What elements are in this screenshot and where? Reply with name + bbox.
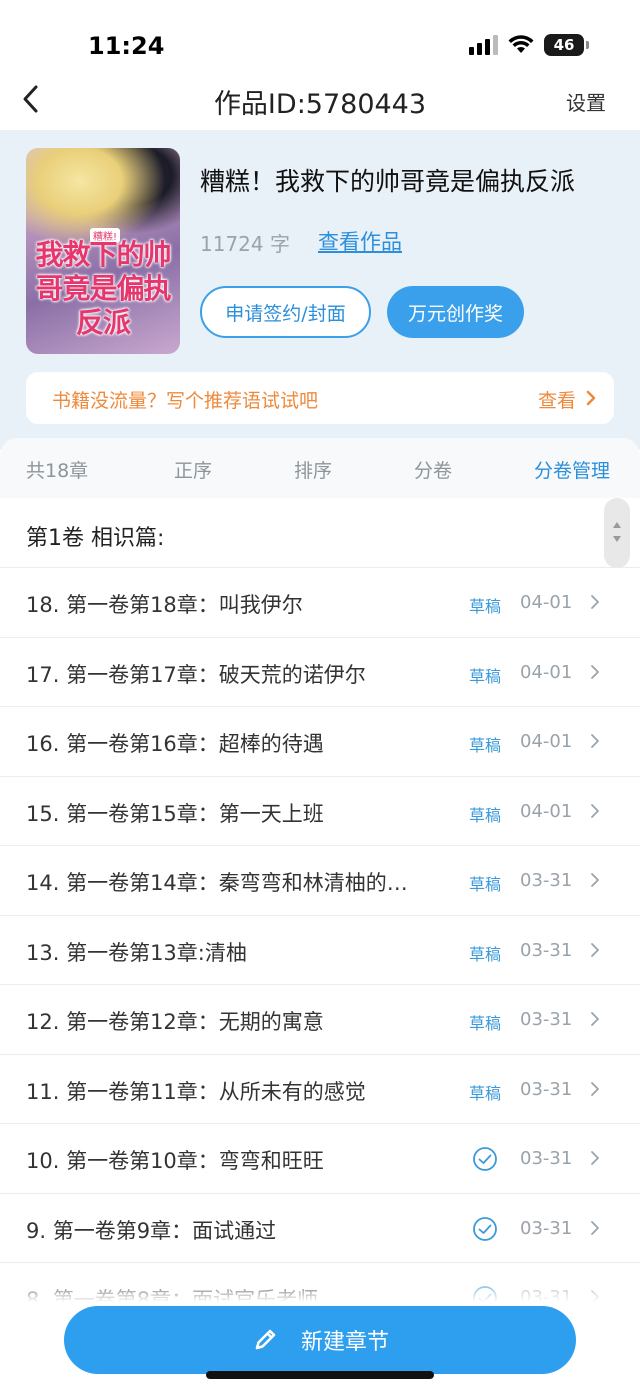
list-toolbar: 共18章 正序 排序 分卷 分卷管理 bbox=[0, 438, 640, 498]
view-work-link[interactable]: 查看作品 bbox=[318, 226, 402, 256]
chevron-right-icon bbox=[591, 595, 599, 609]
chapter-date: 04-01 bbox=[520, 661, 573, 683]
cellular-signal-icon bbox=[469, 35, 498, 55]
chapter-date: 03-31 bbox=[520, 1078, 573, 1100]
chevron-right-icon bbox=[591, 1081, 599, 1096]
status-icons: 46 bbox=[469, 34, 589, 56]
book-header: 糟糕! 我救下的帅哥竟是偏执反派 糟糕！我救下的帅哥竟是偏执反派 11724 字… bbox=[0, 130, 640, 450]
chapter-title: 16. 第一卷第16章：超棒的待遇 bbox=[26, 732, 324, 756]
chevron-right-icon bbox=[591, 942, 599, 957]
tab-sort[interactable]: 排序 bbox=[294, 456, 332, 483]
chapter-row[interactable]: 12. 第一卷第12章：无期的寓意 草稿 03-31 bbox=[0, 984, 640, 1054]
draft-badge: 草稿 bbox=[469, 666, 502, 686]
chapter-date: 04-01 bbox=[520, 731, 573, 752]
chevron-right-icon bbox=[586, 390, 596, 406]
chapter-row[interactable]: 16. 第一卷第16章：超棒的待遇 草稿 04-01 bbox=[0, 706, 640, 776]
chapter-date: 04-01 bbox=[520, 800, 573, 822]
chapter-title: 15. 第一卷第15章：第一天上班 bbox=[26, 801, 324, 826]
nav-bar: 作品ID:5780443 设置 bbox=[0, 70, 640, 130]
chapter-row[interactable]: 18. 第一卷第18章：叫我伊尔 草稿 04-01 bbox=[0, 567, 640, 637]
chevron-right-icon bbox=[591, 873, 599, 887]
book-cover[interactable]: 糟糕! 我救下的帅哥竟是偏执反派 bbox=[26, 148, 180, 354]
chapter-date: 03-31 bbox=[520, 939, 573, 961]
settings-link[interactable]: 设置 bbox=[566, 87, 606, 116]
cover-title-art: 我救下的帅哥竟是偏执反派 bbox=[35, 238, 171, 339]
chapter-title: 18. 第一卷第18章：叫我伊尔 bbox=[26, 593, 303, 617]
draft-badge: 草稿 bbox=[469, 597, 502, 616]
promo-view-link[interactable]: 查看 bbox=[538, 386, 576, 413]
home-indicator bbox=[206, 1371, 434, 1379]
tab-volume-manage[interactable]: 分卷管理 bbox=[534, 456, 610, 483]
chevron-right-icon bbox=[591, 1220, 599, 1235]
status-bar: 11:24 46 bbox=[0, 0, 640, 70]
published-check-icon bbox=[473, 1147, 497, 1171]
chapter-total: 共18章 bbox=[26, 460, 89, 482]
draft-badge: 草稿 bbox=[469, 944, 502, 964]
chapter-date: 03-31 bbox=[520, 1217, 573, 1239]
chapter-title: 14. 第一卷第14章：秦弯弯和林清柚的… bbox=[26, 871, 408, 895]
pencil-icon bbox=[255, 1329, 276, 1350]
published-check-icon bbox=[473, 1216, 497, 1241]
promo-text: 书籍没流量？写个推荐语试试吧 bbox=[52, 390, 319, 412]
chevron-right-icon bbox=[591, 1012, 599, 1026]
tab-volumes[interactable]: 分卷 bbox=[414, 456, 452, 483]
chapter-date: 04-01 bbox=[520, 592, 573, 613]
book-title: 糟糕！我救下的帅哥竟是偏执反派 bbox=[200, 167, 576, 196]
apply-sign-button[interactable]: 申请签约/封面 bbox=[200, 286, 371, 338]
tab-order-asc[interactable]: 正序 bbox=[174, 456, 212, 483]
chapter-row[interactable]: 9. 第一卷第9章：面试通过 03-31 bbox=[0, 1192, 640, 1263]
chevron-right-icon bbox=[591, 1151, 599, 1165]
draft-badge: 草稿 bbox=[469, 1083, 502, 1103]
draft-badge: 草稿 bbox=[469, 875, 502, 894]
chapter-row[interactable]: 14. 第一卷第14章：秦弯弯和林清柚的… 草稿 03-31 bbox=[0, 845, 640, 915]
chapter-rows: 18. 第一卷第18章：叫我伊尔 草稿 04-01 17. 第一卷第17章：破天荒的诺… bbox=[0, 567, 640, 1332]
chapter-date: 03-31 bbox=[520, 1009, 573, 1030]
volume-title: 第1卷 相识篇: bbox=[26, 526, 165, 551]
creation-award-button[interactable]: 万元创作奖 bbox=[387, 286, 524, 338]
draft-badge: 草稿 bbox=[469, 805, 502, 825]
chapter-row[interactable]: 11. 第一卷第11章：从所未有的感觉 草稿 03-31 bbox=[0, 1053, 640, 1124]
promo-banner[interactable]: 书籍没流量？写个推荐语试试吧 查看 bbox=[26, 372, 614, 424]
chevron-right-icon bbox=[591, 803, 599, 818]
word-count: 11724 字 bbox=[200, 232, 290, 256]
chapter-title: 13. 第一卷第13章:清柚 bbox=[26, 940, 247, 965]
draft-badge: 草稿 bbox=[469, 736, 502, 755]
chevron-right-icon bbox=[591, 664, 599, 679]
chapter-date: 03-31 bbox=[520, 1148, 573, 1169]
chapter-row[interactable]: 15. 第一卷第15章：第一天上班 草稿 04-01 bbox=[0, 775, 640, 846]
scroll-handle[interactable] bbox=[604, 498, 630, 568]
new-chapter-button[interactable]: 新建章节 bbox=[64, 1306, 576, 1374]
new-chapter-label: 新建章节 bbox=[300, 1330, 389, 1355]
chevron-right-icon bbox=[591, 734, 599, 748]
chapter-title: 11. 第一卷第11章：从所未有的感觉 bbox=[26, 1079, 366, 1104]
wifi-icon bbox=[508, 35, 534, 53]
battery-icon: 46 bbox=[544, 34, 589, 56]
chapter-row[interactable]: 13. 第一卷第13章:清柚 草稿 03-31 bbox=[0, 914, 640, 985]
chapter-list-card: 共18章 正序 排序 分卷 分卷管理 第1卷 相识篇: 18. 第一卷第18章：… bbox=[0, 438, 640, 1391]
chapter-title: 9. 第一卷第9章：面试通过 bbox=[26, 1218, 277, 1243]
status-time: 11:24 bbox=[88, 32, 165, 60]
chapter-date: 03-31 bbox=[520, 870, 573, 891]
chapter-row[interactable]: 10. 第一卷第10章：弯弯和旺旺 03-31 bbox=[0, 1123, 640, 1193]
chapter-title: 17. 第一卷第17章：破天荒的诺伊尔 bbox=[26, 662, 366, 687]
page-title: 作品ID:5780443 bbox=[213, 89, 427, 120]
draft-badge: 草稿 bbox=[469, 1014, 502, 1033]
chapter-row[interactable]: 17. 第一卷第17章：破天荒的诺伊尔 草稿 04-01 bbox=[0, 636, 640, 707]
chapter-title: 10. 第一卷第10章：弯弯和旺旺 bbox=[26, 1149, 324, 1173]
chapter-title: 12. 第一卷第12章：无期的寓意 bbox=[26, 1010, 324, 1034]
